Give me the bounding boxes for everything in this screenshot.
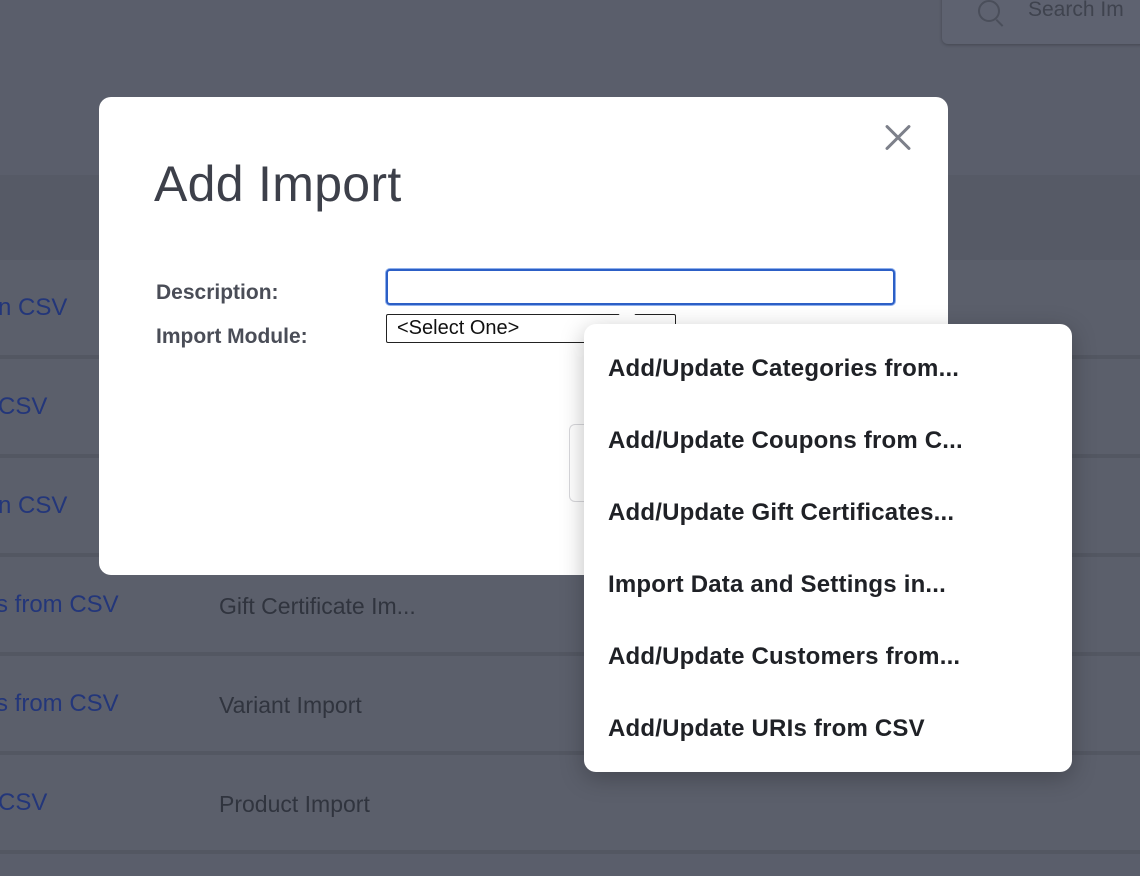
- import-name-link[interactable]: n CSV: [0, 492, 67, 520]
- import-name-link[interactable]: CSV: [0, 393, 47, 421]
- import-name-link[interactable]: CSV: [0, 789, 47, 817]
- option-data-settings[interactable]: Import Data and Settings in...: [584, 549, 1072, 621]
- import-name-link[interactable]: s from CSV: [0, 591, 119, 619]
- import-module-dropdown: Add/Update Categories from... Add/Update…: [584, 324, 1072, 772]
- search-box[interactable]: Search Im: [942, 0, 1140, 44]
- close-icon[interactable]: [879, 119, 917, 157]
- import-type: Gift Certificate Im...: [219, 593, 416, 619]
- search-icon: [978, 0, 1000, 22]
- option-uris[interactable]: Add/Update URIs from CSV: [584, 693, 1072, 765]
- import-name-link[interactable]: s from CSV: [0, 690, 119, 718]
- search-placeholder: Search Im: [1028, 0, 1124, 21]
- dropdown-options: Add/Update Categories from... Add/Update…: [584, 333, 1072, 765]
- description-label: Description:: [156, 281, 279, 304]
- import-name-link[interactable]: n CSV: [0, 294, 67, 322]
- option-coupons[interactable]: Add/Update Coupons from C...: [584, 405, 1072, 477]
- import-type: Product Import: [219, 791, 370, 817]
- description-input[interactable]: [386, 269, 895, 305]
- option-customers[interactable]: Add/Update Customers from...: [584, 621, 1072, 693]
- option-gift-certificates[interactable]: Add/Update Gift Certificates...: [584, 477, 1072, 549]
- option-categories[interactable]: Add/Update Categories from...: [584, 333, 1072, 405]
- import-type: Variant Import: [219, 692, 362, 718]
- import-module-label: Import Module:: [156, 325, 308, 348]
- modal-title: Add Import: [154, 156, 402, 212]
